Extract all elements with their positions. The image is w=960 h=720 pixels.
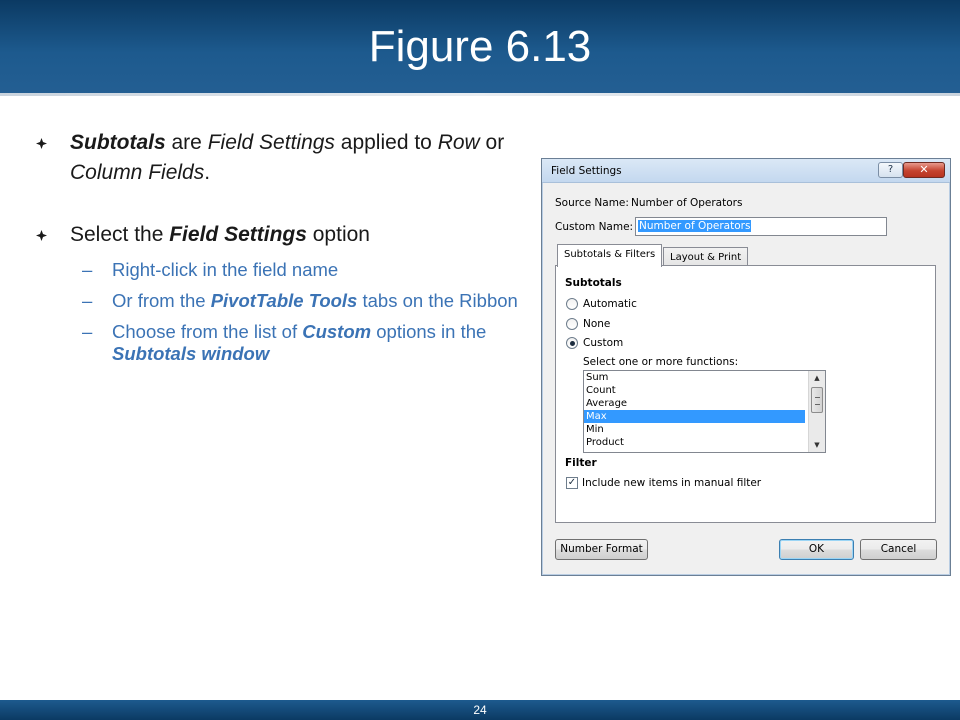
scroll-thumb[interactable]	[811, 387, 823, 413]
sub-bullet-item: – Right-click in the field name	[70, 259, 526, 281]
text-run: .	[204, 161, 211, 184]
close-button[interactable]: ✕	[903, 162, 945, 178]
bullet-item: Subtotals are Field Settings applied to …	[36, 128, 526, 188]
filter-heading: Filter	[565, 457, 597, 469]
bullet-text: Subtotals are Field Settings applied to …	[70, 131, 504, 184]
text-run: Or from the	[112, 290, 211, 311]
close-icon: ✕	[919, 163, 929, 176]
function-option-average[interactable]: Average	[584, 397, 805, 410]
text-run: Subtotals	[70, 131, 166, 154]
function-option-product[interactable]: Product	[584, 436, 805, 449]
ok-button[interactable]: OK	[779, 539, 854, 560]
functions-listbox[interactable]: Sum Count Average Max Min Product ▲ ▼	[583, 370, 826, 453]
text-run: Custom	[302, 321, 372, 342]
text-run: applied to	[334, 131, 438, 154]
slide-title: Figure 6.13	[368, 22, 592, 71]
bullet-list: Subtotals are Field Settings applied to …	[36, 128, 526, 365]
sub-bullet-item: – Choose from the list of Custom options …	[70, 321, 526, 365]
source-name-value: Number of Operators	[631, 197, 743, 209]
slide-title-bar: Figure 6.13	[0, 0, 960, 96]
text-run: Field Settings	[169, 223, 307, 246]
function-option-count[interactable]: Count	[584, 384, 805, 397]
radio-circle-icon[interactable]	[566, 337, 578, 349]
text-run: tabs on the Ribbon	[357, 290, 518, 311]
checkmark-icon: ✓	[567, 477, 577, 488]
functions-list: Sum Count Average Max Min Product	[584, 371, 825, 449]
number-format-button[interactable]: Number Format	[555, 539, 648, 560]
diamond-bullet-icon	[36, 138, 47, 149]
text-run: Field Settings	[207, 131, 335, 154]
source-name-label: Source Name:	[555, 197, 629, 209]
tab-subtotals-filters[interactable]: Subtotals & Filters	[557, 244, 663, 267]
text-run: Choose from the list of	[112, 321, 303, 342]
sub-bullet-list: – Right-click in the field name – Or from t…	[70, 259, 526, 365]
dash-bullet-icon: –	[82, 321, 93, 342]
dash-bullet-icon: –	[82, 290, 93, 311]
function-option-max[interactable]: Max	[584, 410, 805, 423]
text-run: options in the	[371, 321, 487, 342]
radio-circle-icon[interactable]	[566, 318, 578, 330]
bullet-item: Select the Field Settings option – Right-…	[36, 220, 526, 365]
text-run: Subtotals window	[112, 343, 270, 364]
radio-circle-icon[interactable]	[566, 298, 578, 310]
text-run: are	[165, 131, 208, 154]
text-run: Right-click in the field name	[112, 259, 339, 280]
help-button[interactable]: ?	[878, 162, 903, 178]
text-run: Row	[437, 131, 480, 154]
slide-footer-bar: 24	[0, 700, 960, 720]
field-settings-dialog: Field Settings ? ✕ Source Name: Number o…	[541, 158, 951, 576]
custom-name-value: Number of Operators	[638, 220, 752, 232]
cancel-button[interactable]: Cancel	[860, 539, 937, 560]
dialog-title: Field Settings	[551, 165, 622, 177]
radio-label: None	[583, 318, 611, 330]
scroll-up-icon[interactable]: ▲	[809, 371, 825, 385]
listbox-scrollbar[interactable]: ▲ ▼	[808, 371, 825, 452]
include-new-items-label: Include new items in manual filter	[582, 477, 762, 489]
function-option-sum[interactable]: Sum	[584, 371, 805, 384]
custom-name-input[interactable]: Number of Operators	[635, 217, 887, 236]
text-run: or	[479, 131, 505, 154]
scroll-down-icon[interactable]: ▼	[809, 438, 825, 452]
function-option-min[interactable]: Min	[584, 423, 805, 436]
tab-panel-subtotals-filters: Subtotals Automatic None Custom Select o…	[555, 265, 936, 523]
dash-bullet-icon: –	[82, 259, 93, 280]
sub-bullet-item: – Or from the PivotTable Tools tabs on th…	[70, 290, 526, 312]
bullet-text: Select the Field Settings option	[70, 223, 370, 246]
text-run: Column Fields	[70, 161, 205, 184]
radio-label: Automatic	[583, 298, 637, 310]
text-run: option	[306, 223, 370, 246]
functions-label: Select one or more functions:	[583, 356, 739, 368]
radio-label: Custom	[583, 337, 624, 349]
include-new-items-checkbox[interactable]: ✓	[566, 477, 578, 489]
subtotals-heading: Subtotals	[565, 277, 622, 289]
diamond-bullet-icon	[36, 230, 47, 241]
dialog-title-bar: Field Settings ? ✕	[542, 159, 950, 183]
text-run: Select the	[70, 223, 170, 246]
text-run: PivotTable Tools	[210, 290, 358, 311]
slide-number: 24	[473, 703, 487, 717]
custom-name-label: Custom Name:	[555, 221, 634, 233]
